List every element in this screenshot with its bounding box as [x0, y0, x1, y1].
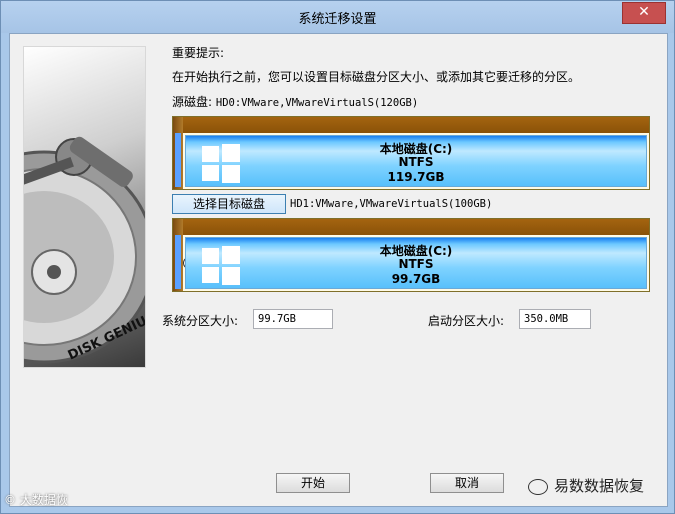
dialog-window: 系统迁移设置 ✕ DISK GENIUS 重要提示: 在开始执行之前，您可以设置…: [0, 0, 675, 514]
target-partition-size: 99.7GB: [391, 272, 441, 286]
source-disk-bar: [183, 117, 649, 133]
disk-genius-image: DISK GENIUS: [23, 46, 146, 368]
wechat-icon: [528, 478, 548, 495]
notice-body: 在开始执行之前，您可以设置目标磁盘分区大小、或添加其它要迁移的分区。: [172, 70, 581, 84]
source-disk-unallocated: [173, 117, 183, 189]
close-icon: ✕: [638, 4, 650, 20]
target-partition-fs: NTFS: [398, 257, 434, 271]
select-target-disk-button[interactable]: 选择目标磁盘: [172, 194, 286, 214]
close-button[interactable]: ✕: [622, 2, 666, 24]
system-size-label: 系统分区大小:: [162, 314, 239, 328]
watermark-right: 易数数据恢复: [528, 475, 644, 496]
system-size-input[interactable]: 99.7GB: [253, 309, 333, 329]
target-disk-map: ⇔ 本地磁盘(C:) NTFS 99.7GB: [172, 218, 650, 292]
source-partition-size: 119.7GB: [387, 170, 445, 184]
cancel-button[interactable]: 取消: [430, 473, 504, 493]
source-label: 源磁盘:: [172, 95, 213, 109]
boot-size-label: 启动分区大小:: [428, 314, 505, 328]
notice-heading: 重要提示:: [172, 46, 225, 60]
window-title: 系统迁移设置: [298, 12, 377, 27]
target-disk-unallocated: [173, 219, 183, 291]
source-disk-row: 源磁盘: HD0:VMware,VMwareVirtualS(120GB): [172, 93, 418, 110]
hard-disk-icon: DISK GENIUS: [24, 136, 145, 364]
source-disk-map: 本地磁盘(C:) NTFS 119.7GB: [172, 116, 650, 190]
target-disk-bar: [183, 219, 649, 235]
boot-size-input[interactable]: 350.0MB: [519, 309, 591, 329]
watermark-left: © 大数据恢: [4, 493, 68, 507]
title-bar[interactable]: 系统迁移设置 ✕: [1, 1, 674, 33]
watermark-right-text: 易数数据恢复: [554, 477, 645, 495]
target-disk-name: HD1:VMware,VMwareVirtualS(100GB): [290, 198, 493, 210]
target-partition-c[interactable]: 本地磁盘(C:) NTFS 99.7GB: [185, 237, 647, 289]
start-button[interactable]: 开始: [276, 473, 350, 493]
source-partition-c[interactable]: 本地磁盘(C:) NTFS 119.7GB: [185, 135, 647, 187]
source-partition-fs: NTFS: [398, 155, 434, 169]
dialog-body: DISK GENIUS 重要提示: 在开始执行之前，您可以设置目标磁盘分区大小、…: [9, 33, 668, 507]
source-disk-name: HD0:VMware,VMwareVirtualS(120GB): [215, 97, 419, 109]
